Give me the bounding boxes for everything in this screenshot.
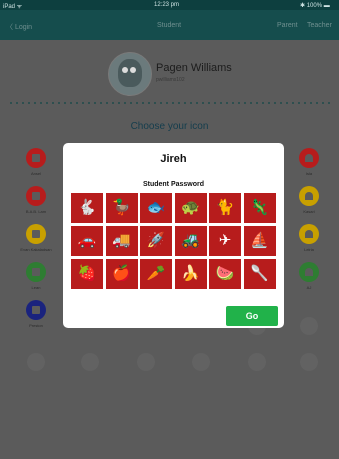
student-name: Pagen Williams	[156, 62, 232, 74]
airplane-icon[interactable]: ✈	[209, 226, 241, 256]
heart-icon	[299, 148, 319, 168]
empty-slot	[235, 353, 279, 371]
sailboat-icon[interactable]: ⛵	[243, 226, 276, 256]
dialog-subtitle: Student Password	[142, 181, 205, 188]
student-tile[interactable]: Evan Kakaladsan	[14, 224, 58, 252]
empty-slot	[287, 317, 331, 335]
student-tile[interactable]: Isla	[287, 148, 331, 176]
heart-icon	[299, 262, 319, 282]
square-icon	[26, 300, 46, 320]
duck-icon[interactable]: 🦆	[105, 193, 138, 223]
square-icon	[26, 148, 46, 168]
heart-icon	[299, 186, 319, 206]
navigation-bar: 〈 Login Student Parent Teacher	[0, 10, 339, 40]
car-icon[interactable]: 🚗	[71, 226, 103, 256]
empty-slot	[287, 353, 331, 371]
monster-icon	[118, 59, 142, 87]
student-label: Preston	[29, 323, 43, 328]
turtle-icon[interactable]: 🐢	[174, 193, 207, 223]
dialog-title: Jireh	[160, 153, 187, 165]
truck-icon[interactable]: 🚚	[105, 226, 138, 256]
spoon-icon[interactable]: 🥄	[243, 259, 276, 289]
choose-icon-heading: Choose your icon	[130, 121, 209, 132]
back-button[interactable]: 〈 Login	[6, 22, 32, 32]
lizard-icon[interactable]: 🦎	[243, 193, 276, 223]
tractor-icon[interactable]: 🚜	[174, 226, 207, 256]
student-tile[interactable]: Lean	[14, 262, 58, 290]
student-label: B.A.B. Lam	[25, 209, 47, 214]
student-tile[interactable]: Kasari	[287, 186, 331, 214]
watermelon-icon[interactable]: 🍉	[209, 259, 241, 289]
square-icon	[26, 262, 46, 282]
cat-icon[interactable]: 🐈	[209, 193, 241, 223]
heart-icon	[299, 224, 319, 244]
student-tile[interactable]: Ansel	[14, 148, 58, 176]
student-label: Isla	[305, 171, 313, 176]
clock: 12:23 pm	[154, 2, 180, 8]
empty-slot	[179, 353, 223, 371]
student-label: Ansel	[30, 171, 41, 176]
fish-icon[interactable]: 🐟	[140, 193, 172, 223]
carrot-icon[interactable]: 🥕	[140, 259, 172, 289]
student-label: Kasari	[303, 209, 315, 214]
square-icon	[26, 224, 46, 244]
avatar	[108, 52, 152, 96]
password-dialog: Jireh Student Password 🐇 🦆 🐟 🐢 🐈 🦎 🚗 🚚 🚀 🚜 ✈ ⛵ 🍓 🍎 🥕 🍌 🍉…	[63, 143, 284, 328]
rocket-icon[interactable]: 🚀	[140, 226, 172, 256]
student-label: Lean	[31, 285, 41, 290]
empty-slot	[124, 353, 168, 371]
student-label: Leiria	[304, 247, 314, 252]
dotted-divider	[8, 102, 331, 104]
student-tile[interactable]: B.A.B. Lam	[14, 186, 58, 214]
carrier-label: iPad ᯤ	[3, 4, 23, 10]
student-label: Evan Kakaladsan	[20, 247, 52, 252]
nav-title: Student	[157, 22, 182, 29]
battery-indicator: ✱ 100% ▬	[300, 3, 330, 9]
student-tile[interactable]: Leiria	[287, 224, 331, 252]
student-username: pwilliams102	[156, 77, 185, 83]
student-tile[interactable]: AJ	[287, 262, 331, 290]
rabbit-icon[interactable]: 🐇	[71, 193, 103, 223]
teacher-tab[interactable]: Teacher	[307, 22, 332, 29]
student-label: AJ	[306, 285, 312, 290]
strawberry-icon[interactable]: 🍓	[71, 259, 103, 289]
student-tile[interactable]: Preston	[14, 300, 58, 328]
square-icon	[26, 186, 46, 206]
banana-icon[interactable]: 🍌	[174, 259, 207, 289]
empty-slot	[14, 353, 58, 371]
apple-icon[interactable]: 🍎	[105, 259, 138, 289]
go-button[interactable]: Go	[226, 306, 278, 326]
empty-slot	[68, 353, 112, 371]
status-bar: iPad ᯤ 12:23 pm ✱ 100% ▬	[0, 0, 339, 10]
parent-tab[interactable]: Parent	[277, 22, 298, 29]
